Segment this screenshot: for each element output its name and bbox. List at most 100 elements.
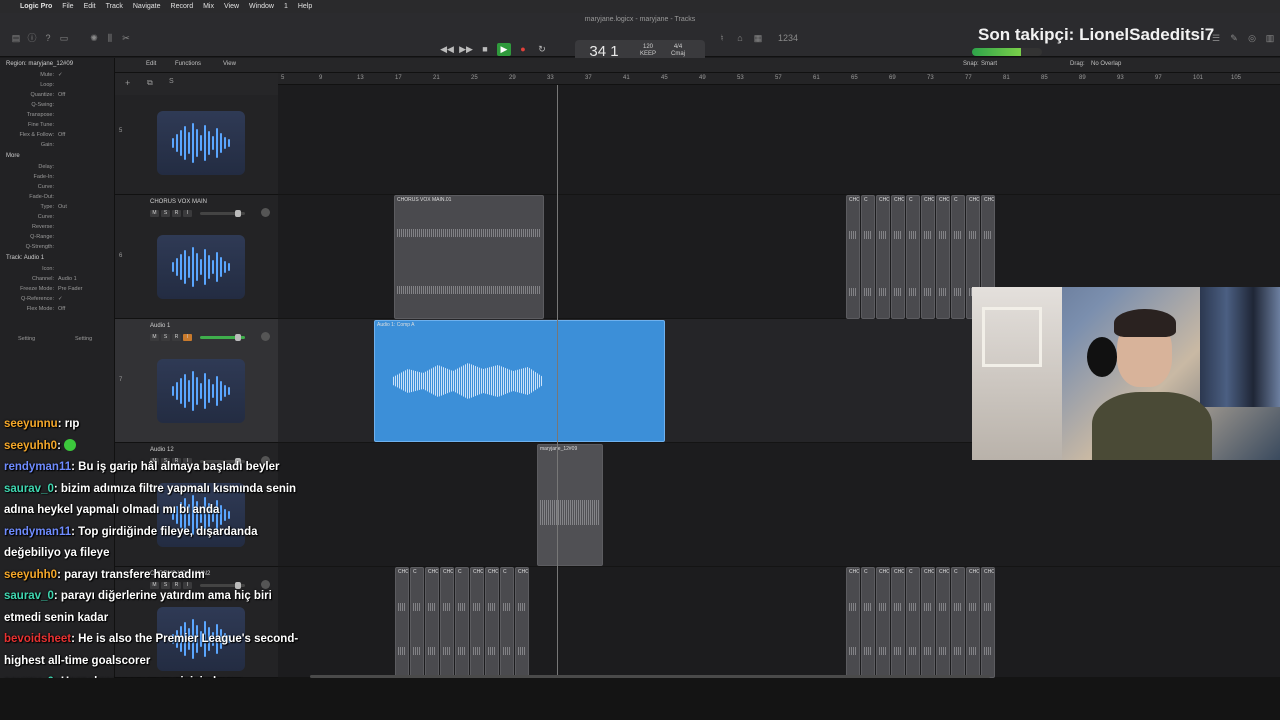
duplicate-track-icon[interactable]: ⧉ — [147, 78, 153, 88]
menu-mix[interactable]: Mix — [203, 0, 214, 13]
inspector-value[interactable]: ✓ — [58, 294, 63, 304]
edit-menu[interactable]: Edit — [146, 61, 156, 67]
tuner-icon[interactable]: ♮ — [716, 33, 728, 43]
play-button[interactable]: ▶ — [497, 43, 511, 56]
inspector-value[interactable]: Audio 1 — [58, 274, 77, 284]
chorus-clip[interactable]: CHO — [981, 567, 995, 678]
list-editors-icon[interactable]: ☰ — [1210, 33, 1222, 43]
master-volume-meter[interactable] — [972, 48, 1042, 56]
chorus-clip[interactable]: CHO — [876, 195, 890, 319]
chorus-clip[interactable]: C — [410, 567, 424, 678]
chorus-clip[interactable]: CHO — [395, 567, 409, 678]
playhead[interactable] — [557, 85, 558, 678]
record-button[interactable]: ● — [516, 43, 530, 56]
volume-slider[interactable] — [200, 334, 245, 341]
notepad-icon[interactable]: ✎ — [1228, 33, 1240, 43]
menu-1[interactable]: 1 — [284, 0, 288, 13]
chorus-clip[interactable]: CHO — [966, 567, 980, 678]
track-lane[interactable]: maryjane_12#09 — [278, 443, 1280, 567]
audio-region[interactable]: maryjane_12#09 — [537, 444, 603, 566]
track-lane[interactable] — [278, 85, 1280, 195]
inspector-value[interactable]: Off — [58, 130, 65, 140]
mute-button[interactable]: M — [150, 210, 159, 217]
browser-icon[interactable]: ▥ — [1264, 33, 1276, 43]
chorus-clip[interactable]: CHO — [485, 567, 499, 678]
menu-app-name[interactable]: Logic Pro — [20, 0, 52, 13]
chorus-clip[interactable]: CHO — [846, 195, 860, 319]
chorus-clip[interactable]: C — [906, 195, 920, 319]
track-header[interactable]: 6 CHORUS VOX MAIN MSRI — [115, 195, 278, 319]
chorus-clip[interactable]: CHO — [936, 567, 950, 678]
rewind-button[interactable]: ◀◀ — [440, 43, 454, 56]
input-monitor-button[interactable]: I — [183, 334, 192, 341]
chorus-clip[interactable]: CHO — [936, 195, 950, 319]
setting-button[interactable]: Setting — [18, 334, 35, 344]
menu-record[interactable]: Record — [171, 0, 194, 13]
bar-ruler[interactable]: 5 9 13 17 21 25 29 33 37 41 45 49 53 57 61 65 69 73 77 81 85… — [278, 73, 1280, 85]
inspector-region-header[interactable]: Region: maryjane_12#09 — [0, 58, 114, 70]
editors-icon[interactable]: ✂ — [120, 33, 132, 43]
loop-browser-icon[interactable]: ◎ — [1246, 33, 1258, 43]
menu-view[interactable]: View — [224, 0, 239, 13]
smart-controls-icon[interactable]: ✺ — [88, 33, 100, 43]
functions-menu[interactable]: Functions — [175, 61, 201, 67]
drag-select[interactable]: No Overlap — [1091, 61, 1121, 67]
metronome-icon[interactable]: ⌂ — [734, 33, 746, 43]
solo-header-icon[interactable]: S — [169, 78, 174, 85]
chorus-clip[interactable]: C — [500, 567, 514, 678]
view-menu[interactable]: View — [223, 61, 236, 67]
menu-window[interactable]: Window — [249, 0, 274, 13]
toolbar-icon[interactable]: ▭ — [58, 33, 70, 43]
add-track-icon[interactable]: + — [125, 78, 130, 88]
forward-button[interactable]: ▶▶ — [459, 43, 473, 56]
inspector-value[interactable]: ✓ — [58, 70, 63, 80]
menu-edit[interactable]: Edit — [84, 0, 96, 13]
chorus-clip[interactable]: CHO — [921, 567, 935, 678]
chorus-clip[interactable]: CHO — [470, 567, 484, 678]
solo-icon[interactable]: 1234 — [778, 33, 798, 43]
chorus-clip[interactable]: C — [906, 567, 920, 678]
inspector-value[interactable]: Pre Fader — [58, 284, 82, 294]
audio-region[interactable]: CHORUS VOX MAIN.01 — [394, 195, 544, 319]
inspector-value[interactable]: Off — [58, 90, 65, 100]
menu-navigate[interactable]: Navigate — [133, 0, 161, 13]
comp-region[interactable]: Audio 1: Comp A — [374, 320, 665, 442]
chorus-clip[interactable]: C — [455, 567, 469, 678]
menu-help[interactable]: Help — [298, 0, 312, 13]
chorus-clip[interactable]: CHO — [425, 567, 439, 678]
input-monitor-button[interactable]: I — [183, 210, 192, 217]
chorus-clip[interactable]: CHO — [515, 567, 529, 678]
count-in-icon[interactable]: ▦ — [752, 33, 764, 43]
record-enable-button[interactable]: R — [172, 334, 181, 341]
pan-knob[interactable] — [261, 332, 270, 341]
quick-help-icon[interactable]: ? — [42, 33, 54, 43]
solo-button[interactable]: S — [161, 210, 170, 217]
library-icon[interactable]: ▤ — [10, 33, 22, 43]
solo-button[interactable]: S — [161, 334, 170, 341]
inspector-track-header[interactable]: Track: Audio 1 — [0, 252, 114, 264]
inspector-value[interactable]: Off — [58, 304, 65, 314]
snap-select[interactable]: Smart — [981, 61, 997, 67]
inspector-more-toggle[interactable]: More — [0, 150, 114, 162]
stop-button[interactable]: ■ — [478, 43, 492, 56]
chorus-clip[interactable]: CHO — [876, 567, 890, 678]
record-enable-button[interactable]: R — [172, 210, 181, 217]
mute-button[interactable]: M — [150, 334, 159, 341]
chorus-clip[interactable]: CHO — [440, 567, 454, 678]
pan-knob[interactable] — [261, 208, 270, 217]
chorus-clip[interactable]: C — [951, 195, 965, 319]
setting-button[interactable]: Setting — [75, 334, 92, 344]
mixer-icon[interactable]: ⫼ — [104, 33, 116, 43]
inspector-icon[interactable]: ⓘ — [26, 33, 38, 43]
menu-file[interactable]: File — [62, 0, 73, 13]
volume-slider[interactable] — [200, 210, 245, 217]
chorus-clip[interactable]: CHO — [921, 195, 935, 319]
track-name[interactable]: CHORUS VOX MAIN — [150, 199, 207, 205]
chorus-clip[interactable]: C — [861, 195, 875, 319]
chorus-clip[interactable]: CHO — [846, 567, 860, 678]
chorus-clip[interactable]: CHO — [891, 567, 905, 678]
chorus-clip[interactable]: C — [861, 567, 875, 678]
menu-track[interactable]: Track — [106, 0, 123, 13]
cycle-button[interactable]: ↻ — [535, 43, 549, 56]
inspector-value[interactable]: Out — [58, 202, 67, 212]
